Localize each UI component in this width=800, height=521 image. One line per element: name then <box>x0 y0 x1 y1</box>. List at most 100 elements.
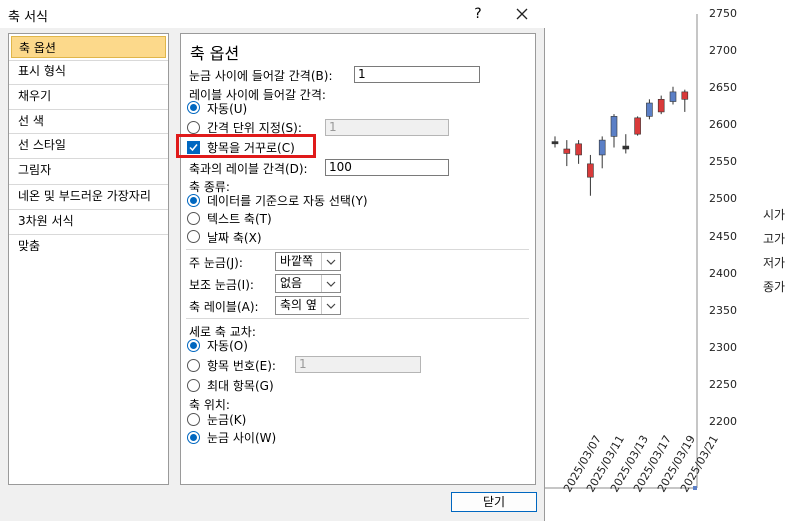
axis-type-date-text: 날짜 축(X) <box>207 231 262 245</box>
major-tick-select[interactable]: 바깥쪽 <box>275 252 341 271</box>
nav-item-3d-format[interactable]: 3차원 서식 <box>11 210 166 232</box>
checkmark-icon <box>189 144 198 152</box>
close-button[interactable] <box>508 4 536 24</box>
axis-labels-value: 축의 옆 <box>280 298 317 312</box>
section-divider <box>186 249 529 250</box>
candle-body <box>575 143 582 156</box>
title-bar[interactable]: 축 서식 ? <box>0 0 545 28</box>
axis-type-date-radio[interactable] <box>187 230 200 243</box>
candlestick-chart <box>545 14 698 490</box>
nav-item-line-color[interactable]: 선 색 <box>11 110 166 132</box>
candle-body <box>551 141 559 145</box>
y-tick-label: 2700 <box>709 44 737 58</box>
y-tick-label: 2600 <box>709 118 737 132</box>
pos-between-text: 눈금 사이(W) <box>207 431 277 445</box>
axis-type-auto-text: 데이터를 기준으로 자동 선택(Y) <box>207 194 368 208</box>
major-tick-value: 바깥쪽 <box>280 254 314 268</box>
cross-max-text: 최대 항목(G) <box>207 379 274 393</box>
tick-interval-label: 눈금 사이에 들어갈 간격(B): <box>189 69 333 83</box>
candle <box>551 136 559 148</box>
y-tick-label: 2750 <box>709 7 737 20</box>
candle-body <box>598 139 606 156</box>
dialog-title: 축 서식 <box>8 10 49 25</box>
close-icon <box>516 8 528 20</box>
axis-labels-label: 축 레이블(A): <box>189 300 259 314</box>
pos-on-tick-radio[interactable] <box>187 413 200 426</box>
axis-labels-select[interactable]: 축의 옆 <box>275 296 341 315</box>
help-button[interactable]: ? <box>468 4 488 24</box>
label-interval-specify-input[interactable]: 1 <box>325 119 449 136</box>
candle-body <box>634 117 641 135</box>
candle <box>598 136 606 169</box>
legend-close: 종가 <box>763 280 786 294</box>
candle <box>622 134 630 154</box>
y-tick-label: 2250 <box>709 377 737 391</box>
y-tick-label: 2550 <box>709 155 737 169</box>
y-tick-label: 2300 <box>709 340 737 354</box>
axis-type-text-radio[interactable] <box>187 212 200 225</box>
cross-auto-text: 자동(O) <box>207 339 248 353</box>
axis-type-auto-radio[interactable] <box>187 194 200 207</box>
cross-auto-radio[interactable] <box>187 339 200 352</box>
nav-item-number[interactable]: 표시 형식 <box>11 60 166 82</box>
nav-divider <box>9 109 168 110</box>
nav-divider <box>9 60 168 61</box>
cross-category-radio[interactable] <box>187 359 200 372</box>
candle <box>563 140 571 167</box>
candle <box>575 140 582 164</box>
minor-tick-select[interactable]: 없음 <box>275 274 341 293</box>
candle-body <box>563 148 571 154</box>
candle-body <box>622 145 630 150</box>
nav-item-fill[interactable]: 채우기 <box>11 85 166 107</box>
nav-item-axis-options[interactable]: 축 옵션 <box>11 36 166 58</box>
nav-item-shadow[interactable]: 그림자 <box>11 159 166 181</box>
candle-body <box>681 91 689 100</box>
nav-item-glow-soft-edges[interactable]: 네온 및 부드러운 가장자리 <box>11 185 166 207</box>
label-interval-auto-text: 자동(U) <box>207 102 248 116</box>
candle <box>587 154 594 196</box>
y-tick-label: 2350 <box>709 303 737 317</box>
y-tick-label: 2200 <box>709 415 737 428</box>
nav-divider <box>9 133 168 134</box>
nav-item-line-style[interactable]: 선 스타일 <box>11 134 166 156</box>
pos-on-tick-text: 눈금(K) <box>207 413 247 427</box>
axis-type-text-text: 텍스트 축(T) <box>207 212 272 226</box>
format-axis-dialog: 축 서식 ? 축 옵션 표시 형식 채우기 선 색 선 스타일 그림자 네온 및… <box>0 0 545 521</box>
nav-divider <box>9 234 168 235</box>
chart-area: 2750 2700 2650 2600 2550 2500 2450 2400 2350 2300… <box>545 0 800 521</box>
cross-category-input[interactable]: 1 <box>295 356 421 373</box>
reverse-categories-checkbox[interactable] <box>187 141 200 154</box>
panel-title: 축 옵션 <box>190 44 240 63</box>
y-tick-label: 2450 <box>709 229 737 243</box>
y-tick-label: 2500 <box>709 192 737 206</box>
candle-body <box>610 116 618 137</box>
minor-tick-value: 없음 <box>280 276 303 290</box>
legend-open: 시가 <box>763 208 786 222</box>
tick-interval-input[interactable]: 1 <box>354 66 480 83</box>
label-interval-auto-radio[interactable] <box>187 101 200 114</box>
pos-between-radio[interactable] <box>187 431 200 444</box>
nav-divider <box>9 84 168 85</box>
legend-high: 고가 <box>763 232 786 246</box>
major-tick-label: 주 눈금(J): <box>189 256 243 270</box>
nav-divider <box>9 209 168 210</box>
label-distance-input[interactable]: 100 <box>325 159 449 176</box>
reverse-categories-text: 항목을 거꾸로(C) <box>207 141 295 155</box>
candle-body <box>646 102 653 117</box>
candles-group <box>551 86 689 196</box>
chevron-down-icon <box>326 303 336 309</box>
cross-max-radio[interactable] <box>187 379 200 392</box>
label-interval-specify-text: 간격 단위 지정(S): <box>207 121 302 135</box>
candle <box>610 114 618 148</box>
candle <box>681 89 689 112</box>
candle-body <box>657 99 665 113</box>
axis-options-panel: 축 옵션 눈금 사이에 들어갈 간격(B): 1 레이블 사이에 들어갈 간격:… <box>180 33 536 485</box>
close-dialog-button[interactable]: 닫기 <box>451 492 537 512</box>
candle-body <box>669 91 677 102</box>
legend-low: 저가 <box>763 256 786 270</box>
label-interval-specify-radio[interactable] <box>187 121 200 134</box>
section-divider <box>186 318 529 319</box>
y-tick-label: 2650 <box>709 81 737 95</box>
candle <box>634 116 641 136</box>
nav-item-alignment[interactable]: 맞춤 <box>11 235 166 257</box>
